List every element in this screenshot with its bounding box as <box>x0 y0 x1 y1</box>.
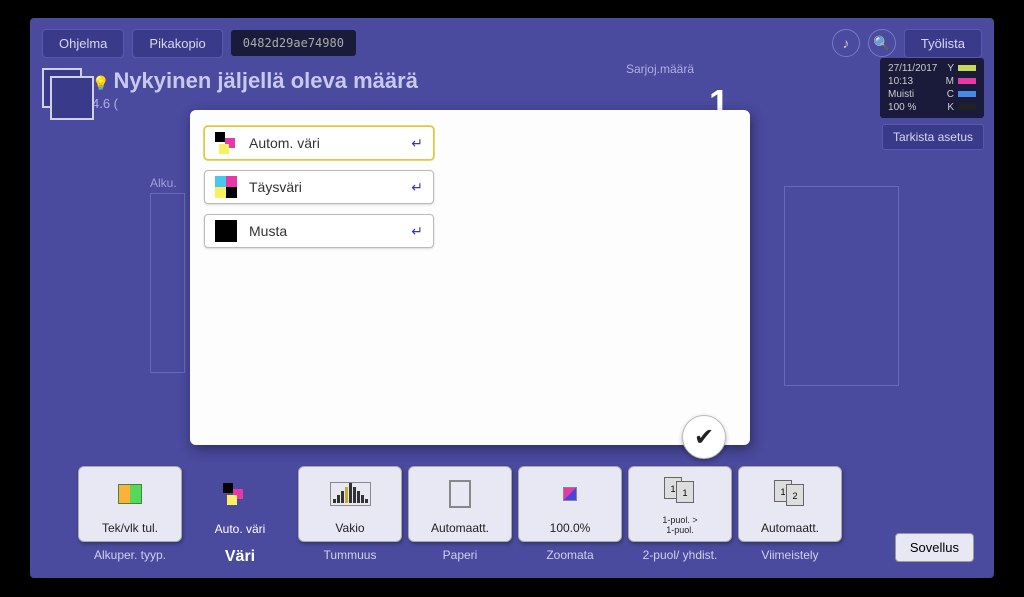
option-label: Täysväri <box>249 179 411 195</box>
expand-icon: ↵ <box>411 135 423 152</box>
code-display: 0482d29ae74980 <box>231 30 356 56</box>
sets-label: Sarjoj.määrä <box>626 62 694 76</box>
cat-color: Väri <box>188 548 292 566</box>
full-color-icon <box>215 176 237 198</box>
cat-original-type: Alkuper. tyyp. <box>78 548 182 566</box>
quickcopy-button[interactable]: Pikakopio <box>132 29 222 58</box>
program-button[interactable]: Ohjelma <box>42 29 124 58</box>
subtitle: 4.6 ( <box>92 96 418 111</box>
cat-zoom: Zoomata <box>518 548 622 566</box>
tile-density[interactable]: Vakio <box>298 466 402 542</box>
cat-paper: Paperi <box>408 548 512 566</box>
tile-duplex[interactable]: 11 1-puol. >1-puol. <box>628 466 732 542</box>
page-icon <box>449 480 471 508</box>
option-black[interactable]: Musta ↵ <box>204 214 434 248</box>
tile-original-type[interactable]: Tek/vlk tul. <box>78 466 182 542</box>
auto-color-icon <box>223 483 245 505</box>
document-icon <box>42 68 82 108</box>
tile-finishing[interactable]: 12 Automaatt. <box>738 466 842 542</box>
tile-paper[interactable]: Automaatt. <box>408 466 512 542</box>
color-mode-popup: Autom. väri ↵ Täysväri ↵ Musta ↵ ✔ <box>190 110 750 445</box>
audio-icon[interactable]: ♪ <box>832 29 860 57</box>
preview-output <box>784 186 899 386</box>
finishing-icon: 12 <box>774 480 806 508</box>
tile-color[interactable]: Auto. väri <box>188 466 292 542</box>
cat-density: Tummuus <box>298 548 402 566</box>
expand-icon: ↵ <box>411 179 423 196</box>
cat-finishing: Viimeistely <box>738 548 842 566</box>
page-title: Nykyinen jäljellä oleva määrä <box>113 68 418 93</box>
category-row: Alkuper. tyyp. Väri Tummuus Paperi Zooma… <box>78 548 978 566</box>
auto-color-icon <box>215 132 237 154</box>
option-label: Autom. väri <box>249 135 411 151</box>
joblist-button[interactable]: Työlista <box>904 29 982 58</box>
option-label: Musta <box>249 223 411 239</box>
duplex-icon: 11 <box>664 477 696 505</box>
check-settings-button[interactable]: Tarkista asetus <box>882 124 984 150</box>
status-panel: 27/11/2017Y 10:13M MuistiC 100 %K <box>880 58 984 118</box>
preview-original <box>150 193 185 373</box>
settings-tiles: Tek/vlk tul. Auto. väri Vakio Automaatt.… <box>78 466 842 542</box>
original-label: Alku. <box>150 176 177 190</box>
search-icon[interactable]: 🔍 <box>868 29 896 57</box>
expand-icon: ↵ <box>411 223 423 240</box>
application-button[interactable]: Sovellus <box>895 533 974 562</box>
confirm-button[interactable]: ✔ <box>682 415 726 459</box>
tip-icon: 💡 <box>92 75 109 91</box>
density-icon <box>330 482 371 506</box>
black-icon <box>215 220 237 242</box>
option-full-color[interactable]: Täysväri ↵ <box>204 170 434 204</box>
tile-zoom[interactable]: 100.0% <box>518 466 622 542</box>
zoom-icon <box>563 487 577 501</box>
cat-duplex: 2-puol/ yhdist. <box>628 548 732 566</box>
book-icon <box>118 484 142 504</box>
option-auto-color[interactable]: Autom. väri ↵ <box>204 126 434 160</box>
